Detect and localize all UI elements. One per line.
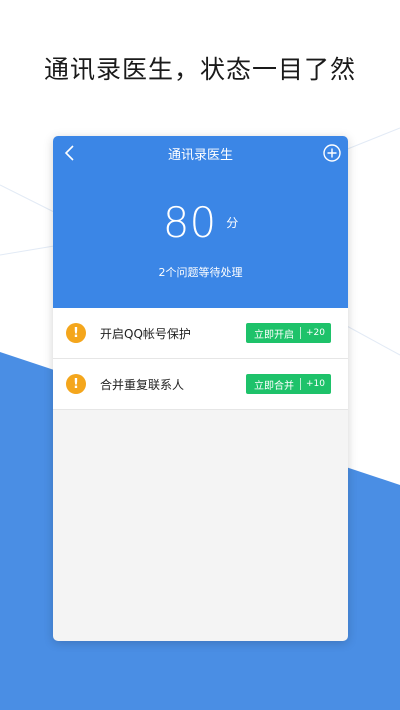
- score-header: 通讯录医生 80 分 2个问题等待处理: [53, 136, 348, 308]
- score-value: 80: [162, 198, 217, 247]
- merge-contacts-button[interactable]: 立即合并 +10: [246, 374, 331, 394]
- action-label: 立即开启: [254, 329, 294, 341]
- phone-screen: 通讯录医生 80 分 2个问题等待处理 ! 开启QQ帐号保护 立即开启 +20 !…: [53, 136, 348, 641]
- warning-icon: !: [66, 374, 86, 394]
- warning-icon: !: [66, 323, 86, 343]
- page-title: 通讯录医生: [167, 148, 233, 163]
- score-unit: 分: [226, 216, 239, 230]
- enable-protection-button[interactable]: 立即开启 +20: [246, 323, 331, 343]
- promo-headline: 通讯录医生，状态一目了然: [43, 55, 356, 84]
- action-points: +20: [306, 328, 325, 338]
- action-points: +10: [306, 379, 325, 389]
- issue-label: 开启QQ帐号保护: [100, 327, 191, 341]
- issue-label: 合并重复联系人: [100, 378, 185, 392]
- score-display: 80 分: [53, 198, 348, 247]
- issue-summary: 2个问题等待处理: [158, 266, 243, 279]
- plus-circle-icon[interactable]: [322, 143, 342, 163]
- list-item: ! 开启QQ帐号保护 立即开启 +20: [53, 308, 348, 359]
- issue-list: ! 开启QQ帐号保护 立即开启 +20 ! 合并重复联系人 立即合并 +10: [53, 308, 348, 410]
- list-item: ! 合并重复联系人 立即合并 +10: [53, 359, 348, 410]
- action-label: 立即合并: [254, 380, 294, 392]
